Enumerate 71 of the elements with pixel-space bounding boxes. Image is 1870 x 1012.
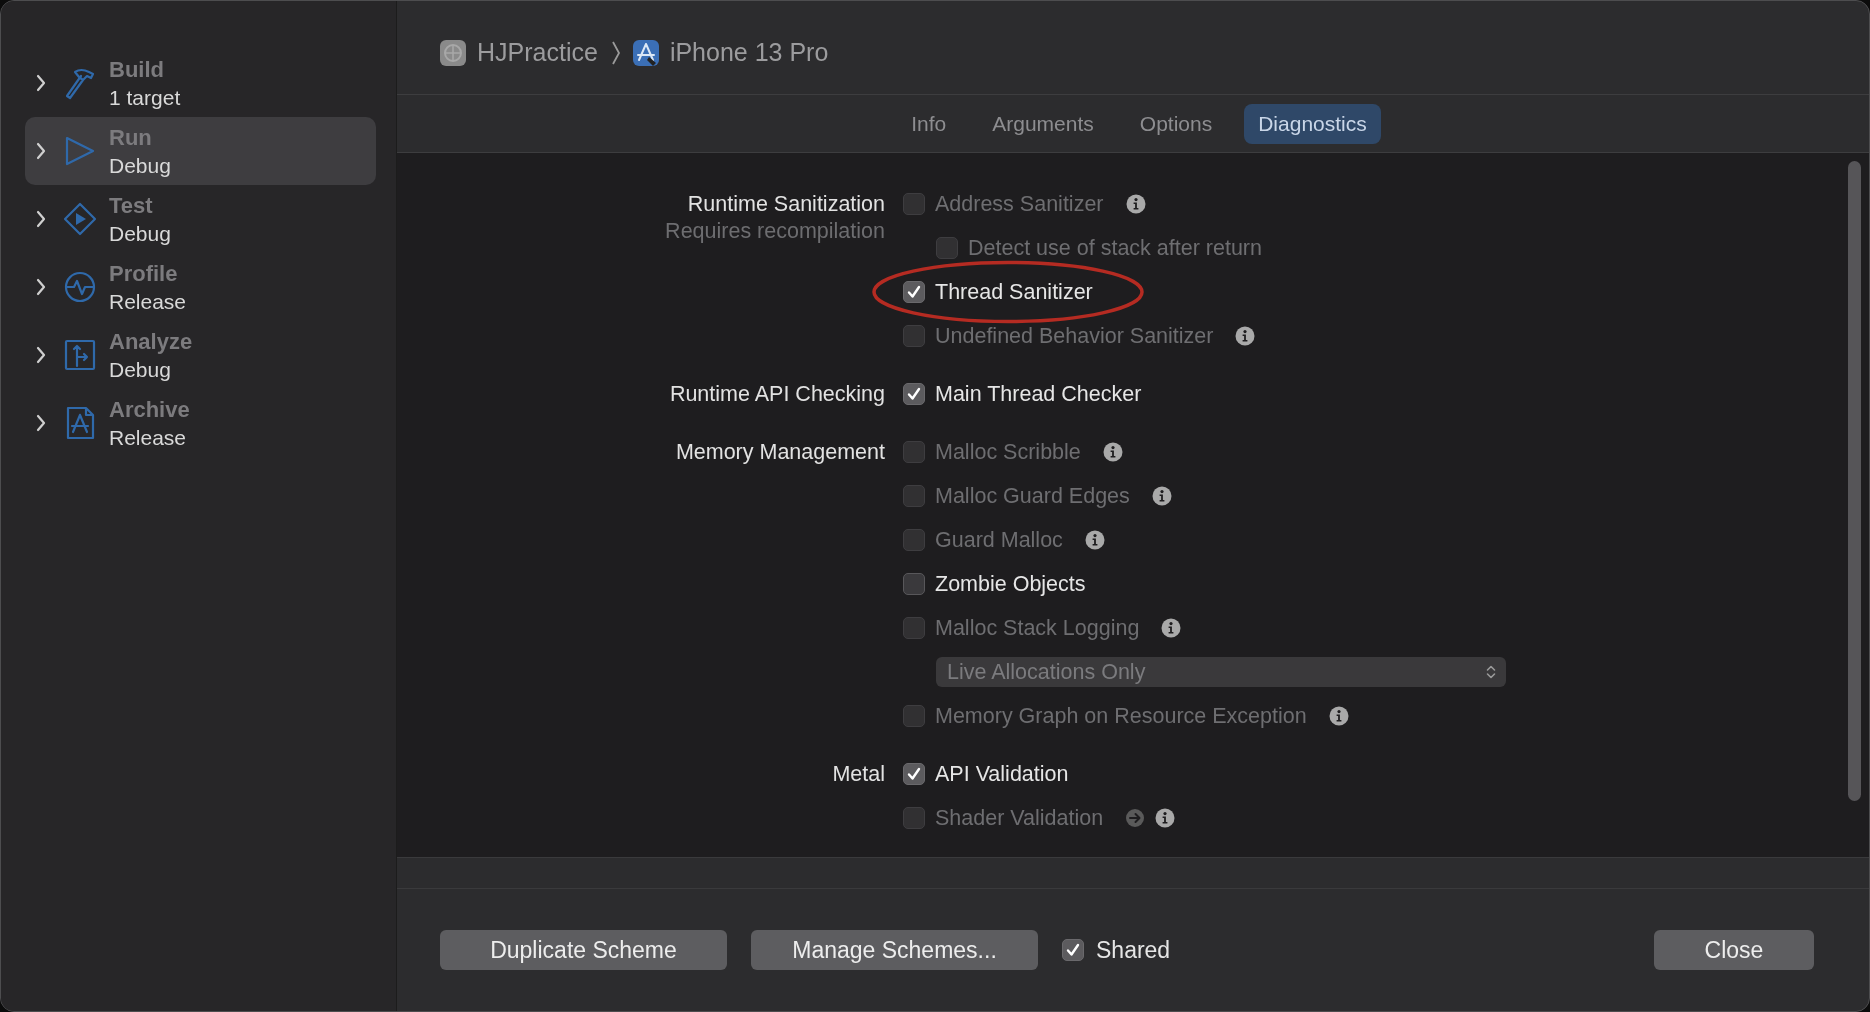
project-icon (439, 38, 467, 67)
option-label: Thread Sanitizer (935, 279, 1093, 305)
branch-icon (63, 338, 97, 372)
option-label: Undefined Behavior Sanitizer (935, 323, 1214, 349)
action-configuration: Debug (109, 356, 172, 383)
checkmark-icon (906, 766, 922, 782)
section-label: Metal (832, 761, 885, 788)
hammer-icon (63, 66, 97, 100)
tab[interactable]: Diagnostics (1244, 103, 1381, 144)
popup-value: Live Allocations Only (947, 659, 1146, 685)
destination-name[interactable]: iPhone 13 Pro (669, 38, 829, 67)
checkbox[interactable] (903, 281, 925, 303)
section-label: Runtime API Checking (669, 381, 885, 408)
action-title: Analyze (109, 327, 193, 356)
checkmark-icon (1065, 942, 1081, 958)
action-configuration: 1 target (109, 84, 181, 111)
checkmark-icon (906, 284, 922, 300)
tab[interactable]: Info (897, 103, 961, 144)
scheme-action-item[interactable]: Build 1 target (25, 49, 376, 117)
section-label: Runtime Sanitization (687, 191, 885, 218)
scrollbar[interactable] (1847, 161, 1861, 801)
diamond-play-icon (63, 202, 97, 236)
action-title: Run (109, 123, 153, 152)
checkbox[interactable] (903, 763, 925, 785)
checkmark-icon (906, 386, 922, 402)
scheme-action-item[interactable]: Archive Release (25, 389, 376, 457)
up-down-chevron-icon (1486, 664, 1496, 680)
footer-button[interactable]: Duplicate Scheme (440, 930, 727, 970)
action-configuration: Debug (109, 220, 171, 247)
option-label: Detect use of stack after return (968, 235, 1262, 261)
option-label: Memory Graph on Resource Exception (935, 703, 1307, 729)
option-label: API Validation (935, 761, 1069, 787)
footer-button[interactable]: Manage Schemes... (751, 930, 1038, 970)
project-name[interactable]: HJPractice (477, 38, 598, 67)
scheme-action-item[interactable]: Profile Release (25, 253, 376, 321)
chevron-right-icon (35, 346, 47, 364)
action-configuration: Release (109, 288, 187, 315)
checkbox[interactable] (1062, 939, 1084, 961)
chevron-right-icon (35, 414, 47, 432)
checkbox[interactable] (903, 573, 925, 595)
action-title: Test (109, 191, 154, 220)
chevron-right-icon (35, 278, 47, 296)
action-title: Archive (109, 395, 190, 424)
option-label: Malloc Scribble (935, 439, 1081, 465)
chevron-right-icon (35, 74, 47, 92)
app-icon (631, 38, 660, 67)
option-label: Malloc Guard Edges (935, 483, 1130, 509)
gauge-icon (63, 270, 97, 304)
shared-label: Shared (1096, 936, 1171, 964)
option-label: Zombie Objects (935, 571, 1086, 597)
scheme-action-item[interactable]: Analyze Debug (25, 321, 376, 389)
chevron-right-icon (35, 210, 47, 228)
action-configuration: Release (109, 424, 188, 451)
chevron-right-icon (35, 142, 47, 160)
scheme-action-item[interactable]: Run Debug (25, 117, 376, 185)
option-label: Guard Malloc (935, 527, 1063, 553)
option-label: Main Thread Checker (935, 381, 1142, 407)
action-title: Build (109, 55, 165, 84)
action-title: Profile (109, 259, 179, 288)
tab[interactable]: Arguments (978, 103, 1108, 144)
section-label: Memory Management (675, 439, 885, 466)
checkbox[interactable] (903, 383, 925, 405)
option-label: Malloc Stack Logging (935, 615, 1140, 641)
option-label: Address Sanitizer (935, 191, 1104, 217)
tab[interactable]: Options (1125, 103, 1227, 144)
action-configuration: Debug (109, 152, 171, 179)
close-button[interactable]: Close (1654, 930, 1814, 970)
play-icon (63, 134, 97, 168)
section-note: Requires recompilation (665, 220, 885, 242)
option-label: Shader Validation (935, 805, 1104, 831)
scheme-action-item[interactable]: Test Debug (25, 185, 376, 253)
